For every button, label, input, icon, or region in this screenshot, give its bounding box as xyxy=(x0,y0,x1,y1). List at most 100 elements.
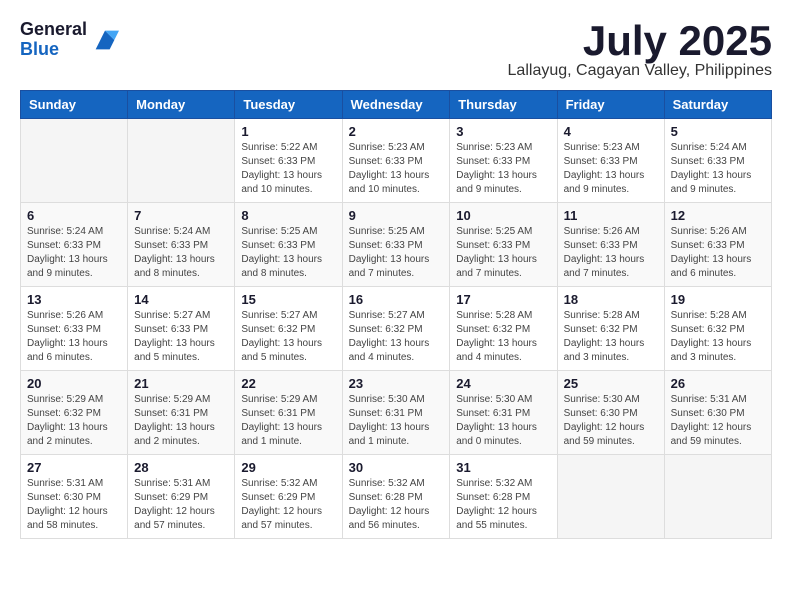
day-number-5: 5 xyxy=(671,124,765,139)
header-friday: Friday xyxy=(557,91,664,119)
calendar-cell-w3-d4: 16 Sunrise: 5:27 AM Sunset: 6:32 PM Dayli… xyxy=(342,287,450,371)
calendar-cell-w2-d1: 6 Sunrise: 5:24 AM Sunset: 6:33 PM Daylig… xyxy=(21,203,128,287)
day-info-19: Sunrise: 5:28 AM Sunset: 6:32 PM Dayligh… xyxy=(671,309,765,365)
day-number-19: 19 xyxy=(671,292,765,307)
day-number-11: 11 xyxy=(564,208,658,223)
day-info-2: Sunrise: 5:23 AM Sunset: 6:33 PM Dayligh… xyxy=(349,141,444,197)
calendar-cell-w5-d6 xyxy=(557,455,664,539)
day-info-24: Sunrise: 5:30 AM Sunset: 6:31 PM Dayligh… xyxy=(456,393,550,449)
calendar-week-4: 20 Sunrise: 5:29 AM Sunset: 6:32 PM Dayli… xyxy=(21,371,772,455)
header-thursday: Thursday xyxy=(450,91,557,119)
day-number-2: 2 xyxy=(349,124,444,139)
header-tuesday: Tuesday xyxy=(235,91,342,119)
day-number-16: 16 xyxy=(349,292,444,307)
day-info-20: Sunrise: 5:29 AM Sunset: 6:32 PM Dayligh… xyxy=(27,393,121,449)
day-number-22: 22 xyxy=(241,376,335,391)
day-number-17: 17 xyxy=(456,292,550,307)
calendar-cell-w3-d3: 15Sunrise: 5:27 AM Sunset: 6:32 PM Dayli… xyxy=(235,287,342,371)
day-number-6: 6 xyxy=(27,208,121,223)
day-number-20: 20 xyxy=(27,376,121,391)
day-info-5: Sunrise: 5:24 AM Sunset: 6:33 PM Dayligh… xyxy=(671,141,765,197)
calendar-cell-w1-d3: 1 Sunrise: 5:22 AM Sunset: 6:33 PM Daylig… xyxy=(235,119,342,203)
day-number-8: 8 xyxy=(241,208,335,223)
calendar-cell-w5-d3: 29 Sunrise: 5:32 AM Sunset: 6:29 PM Dayli… xyxy=(235,455,342,539)
header-saturday: Saturday xyxy=(664,91,771,119)
calendar-cell-w3-d2: 14Sunrise: 5:27 AM Sunset: 6:33 PM Dayli… xyxy=(128,287,235,371)
calendar-cell-w4-d4: 23Sunrise: 5:30 AM Sunset: 6:31 PM Dayli… xyxy=(342,371,450,455)
day-info-18: Sunrise: 5:28 AM Sunset: 6:32 PM Dayligh… xyxy=(564,309,658,365)
day-info-26: Sunrise: 5:31 AM Sunset: 6:30 PM Dayligh… xyxy=(671,393,765,449)
calendar-week-2: 6 Sunrise: 5:24 AM Sunset: 6:33 PM Daylig… xyxy=(21,203,772,287)
calendar-cell-w4-d5: 24 Sunrise: 5:30 AM Sunset: 6:31 PM Dayli… xyxy=(450,371,557,455)
logo-blue-text: Blue xyxy=(20,40,87,60)
day-info-30: Sunrise: 5:32 AM Sunset: 6:28 PM Dayligh… xyxy=(349,477,444,533)
day-number-30: 30 xyxy=(349,460,444,475)
calendar-cell-w1-d6: 4 Sunrise: 5:23 AM Sunset: 6:33 PM Daylig… xyxy=(557,119,664,203)
header-monday: Monday xyxy=(128,91,235,119)
weekday-header-row: Sunday Monday Tuesday Wednesday Thursday… xyxy=(21,91,772,119)
logo: General Blue xyxy=(20,20,119,60)
day-info-9: Sunrise: 5:25 AM Sunset: 6:33 PM Dayligh… xyxy=(349,225,444,281)
day-number-3: 3 xyxy=(456,124,550,139)
calendar-cell-w5-d4: 30 Sunrise: 5:32 AM Sunset: 6:28 PM Dayli… xyxy=(342,455,450,539)
day-info-17: Sunrise: 5:28 AM Sunset: 6:32 PM Dayligh… xyxy=(456,309,550,365)
day-number-12: 12 xyxy=(671,208,765,223)
day-info-3: Sunrise: 5:23 AM Sunset: 6:33 PM Dayligh… xyxy=(456,141,550,197)
calendar-week-5: 27Sunrise: 5:31 AM Sunset: 6:30 PM Dayli… xyxy=(21,455,772,539)
day-number-18: 18 xyxy=(564,292,658,307)
day-number-27: 27 xyxy=(27,460,121,475)
day-info-12: Sunrise: 5:26 AM Sunset: 6:33 PM Dayligh… xyxy=(671,225,765,281)
day-info-4: Sunrise: 5:23 AM Sunset: 6:33 PM Dayligh… xyxy=(564,141,658,197)
calendar-cell-w1-d7: 5 Sunrise: 5:24 AM Sunset: 6:33 PM Daylig… xyxy=(664,119,771,203)
day-info-1: Sunrise: 5:22 AM Sunset: 6:33 PM Dayligh… xyxy=(241,141,335,197)
calendar-cell-w2-d2: 7 Sunrise: 5:24 AM Sunset: 6:33 PM Daylig… xyxy=(128,203,235,287)
calendar-cell-w2-d7: 12 Sunrise: 5:26 AM Sunset: 6:33 PM Dayli… xyxy=(664,203,771,287)
day-number-13: 13 xyxy=(27,292,121,307)
day-number-4: 4 xyxy=(564,124,658,139)
day-number-28: 28 xyxy=(134,460,228,475)
calendar-cell-w2-d3: 8 Sunrise: 5:25 AM Sunset: 6:33 PM Daylig… xyxy=(235,203,342,287)
calendar-cell-w2-d6: 11Sunrise: 5:26 AM Sunset: 6:33 PM Dayli… xyxy=(557,203,664,287)
calendar-cell-w2-d5: 10Sunrise: 5:25 AM Sunset: 6:33 PM Dayli… xyxy=(450,203,557,287)
day-number-25: 25 xyxy=(564,376,658,391)
location-text: Lallayug, Cagayan Valley, Philippines xyxy=(508,62,772,80)
day-info-21: Sunrise: 5:29 AM Sunset: 6:31 PM Dayligh… xyxy=(134,393,228,449)
day-number-26: 26 xyxy=(671,376,765,391)
day-info-10: Sunrise: 5:25 AM Sunset: 6:33 PM Dayligh… xyxy=(456,225,550,281)
page-header: General Blue July 2025 Lallayug, Cagayan… xyxy=(20,20,772,80)
calendar-cell-w3-d1: 13 Sunrise: 5:26 AM Sunset: 6:33 PM Dayli… xyxy=(21,287,128,371)
calendar-cell-w1-d1 xyxy=(21,119,128,203)
calendar-cell-w4-d2: 21Sunrise: 5:29 AM Sunset: 6:31 PM Dayli… xyxy=(128,371,235,455)
day-info-16: Sunrise: 5:27 AM Sunset: 6:32 PM Dayligh… xyxy=(349,309,444,365)
calendar-table: Sunday Monday Tuesday Wednesday Thursday… xyxy=(20,90,772,539)
day-number-29: 29 xyxy=(241,460,335,475)
calendar-cell-w5-d1: 27Sunrise: 5:31 AM Sunset: 6:30 PM Dayli… xyxy=(21,455,128,539)
day-info-6: Sunrise: 5:24 AM Sunset: 6:33 PM Dayligh… xyxy=(27,225,121,281)
calendar-cell-w4-d3: 22 Sunrise: 5:29 AM Sunset: 6:31 PM Dayli… xyxy=(235,371,342,455)
calendar-cell-w3-d7: 19 Sunrise: 5:28 AM Sunset: 6:32 PM Dayli… xyxy=(664,287,771,371)
day-info-25: Sunrise: 5:30 AM Sunset: 6:30 PM Dayligh… xyxy=(564,393,658,449)
day-number-31: 31 xyxy=(456,460,550,475)
day-number-15: 15 xyxy=(241,292,335,307)
calendar-cell-w4-d1: 20 Sunrise: 5:29 AM Sunset: 6:32 PM Dayli… xyxy=(21,371,128,455)
day-info-29: Sunrise: 5:32 AM Sunset: 6:29 PM Dayligh… xyxy=(241,477,335,533)
day-info-8: Sunrise: 5:25 AM Sunset: 6:33 PM Dayligh… xyxy=(241,225,335,281)
day-info-13: Sunrise: 5:26 AM Sunset: 6:33 PM Dayligh… xyxy=(27,309,121,365)
logo-icon xyxy=(91,26,119,54)
calendar-cell-w4-d7: 26 Sunrise: 5:31 AM Sunset: 6:30 PM Dayli… xyxy=(664,371,771,455)
day-info-7: Sunrise: 5:24 AM Sunset: 6:33 PM Dayligh… xyxy=(134,225,228,281)
day-number-7: 7 xyxy=(134,208,228,223)
calendar-week-3: 13 Sunrise: 5:26 AM Sunset: 6:33 PM Dayli… xyxy=(21,287,772,371)
day-number-24: 24 xyxy=(456,376,550,391)
day-info-28: Sunrise: 5:31 AM Sunset: 6:29 PM Dayligh… xyxy=(134,477,228,533)
calendar-cell-w5-d2: 28 Sunrise: 5:31 AM Sunset: 6:29 PM Dayli… xyxy=(128,455,235,539)
calendar-cell-w1-d5: 3 Sunrise: 5:23 AM Sunset: 6:33 PM Daylig… xyxy=(450,119,557,203)
day-info-23: Sunrise: 5:30 AM Sunset: 6:31 PM Dayligh… xyxy=(349,393,444,449)
header-wednesday: Wednesday xyxy=(342,91,450,119)
day-number-1: 1 xyxy=(241,124,335,139)
day-number-14: 14 xyxy=(134,292,228,307)
day-info-22: Sunrise: 5:29 AM Sunset: 6:31 PM Dayligh… xyxy=(241,393,335,449)
logo-general-text: General xyxy=(20,20,87,40)
day-number-9: 9 xyxy=(349,208,444,223)
calendar-cell-w4-d6: 25 Sunrise: 5:30 AM Sunset: 6:30 PM Dayli… xyxy=(557,371,664,455)
